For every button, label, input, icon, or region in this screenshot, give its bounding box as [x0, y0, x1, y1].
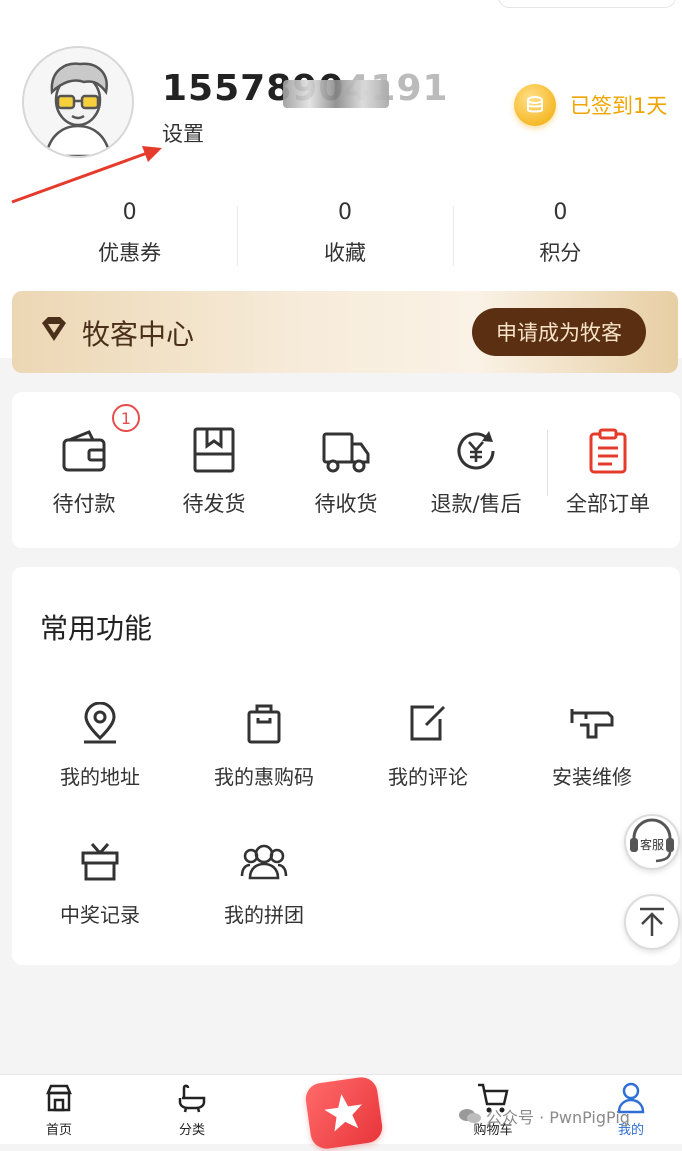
function-label: 安装维修	[552, 765, 632, 789]
star-icon	[324, 1094, 362, 1132]
order-pending-payment[interactable]: 1 待付款	[24, 404, 144, 518]
function-label: 我的地址	[60, 765, 140, 789]
stat-favorites[interactable]: 0 收藏	[237, 196, 452, 272]
watermark-text: 公众号 · PwnPigPig	[486, 1108, 630, 1127]
order-pending-receipt[interactable]: 待收货	[286, 422, 406, 518]
function-label: 我的拼团	[224, 903, 304, 927]
order-label: 退款/售后	[430, 492, 522, 516]
service-label: 客服	[640, 837, 664, 852]
checkin-text: 已签到1天	[570, 94, 668, 118]
checkin-status[interactable]: 已签到1天	[514, 80, 667, 130]
function-label: 中奖记录	[60, 903, 140, 927]
category-icon	[157, 1081, 227, 1115]
store-icon	[24, 1081, 94, 1115]
common-functions-card: 常用功能 我的地址 我的惠购码 我的评论 安装维修 中奖记录 我的拼团	[12, 567, 680, 965]
function-my-address[interactable]: 我的地址	[20, 701, 180, 790]
shopping-bag-icon	[184, 701, 344, 745]
order-list-icon	[548, 422, 668, 474]
function-group-buy[interactable]: 我的拼团	[184, 839, 344, 928]
section-title: 常用功能	[40, 612, 153, 645]
watermark: 公众号 · PwnPigPig	[458, 1104, 630, 1128]
tab-featured-button[interactable]	[303, 1075, 385, 1151]
function-prize-record[interactable]: 中奖记录	[20, 839, 180, 928]
order-pending-shipment[interactable]: 待发货	[154, 422, 274, 518]
tab-label: 分类	[178, 1123, 205, 1138]
unpaid-count-badge: 1	[112, 404, 140, 432]
refund-icon	[416, 422, 536, 474]
apply-herder-button[interactable]: 申请成为牧客	[472, 308, 646, 356]
tab-category[interactable]: 分类	[157, 1081, 227, 1138]
stat-value: 0	[122, 200, 137, 225]
function-label: 我的评论	[388, 765, 468, 789]
diamond-icon	[42, 317, 66, 341]
search-pill[interactable]	[498, 0, 676, 8]
arrow-up-icon	[640, 907, 664, 936]
wrench-icon	[512, 701, 672, 745]
order-label: 待发货	[182, 492, 246, 516]
stat-label: 收藏	[323, 241, 366, 265]
stat-value: 0	[553, 200, 568, 225]
herder-center-banner[interactable]: 牧客中心 申请成为牧客	[12, 291, 678, 373]
truck-icon	[286, 422, 406, 474]
edit-icon	[348, 701, 508, 745]
order-label: 待付款	[52, 492, 116, 516]
stat-value: 0	[337, 200, 352, 225]
phone-mask	[283, 80, 389, 108]
order-label: 待收货	[314, 492, 378, 516]
function-install-repair[interactable]: 安装维修	[512, 701, 672, 790]
coin-icon	[514, 84, 556, 126]
function-label: 我的惠购码	[214, 765, 314, 789]
package-icon	[154, 422, 274, 474]
stat-coupons[interactable]: 0 优惠券	[22, 196, 237, 272]
stat-label: 优惠券	[98, 241, 162, 265]
location-pin-icon	[20, 701, 180, 745]
herder-center-title: 牧客中心	[82, 318, 195, 351]
tab-home[interactable]: 首页	[24, 1081, 94, 1138]
orders-card: 1 待付款 待发货 待收货 退款/售后 全部订单	[12, 392, 680, 548]
gift-icon	[20, 839, 180, 883]
order-label: 全部订单	[566, 492, 650, 516]
order-refund[interactable]: 退款/售后	[416, 422, 536, 518]
stat-label: 积分	[539, 241, 582, 265]
group-icon	[184, 839, 344, 883]
function-promo-code[interactable]: 我的惠购码	[184, 701, 344, 790]
order-all[interactable]: 全部订单	[548, 422, 668, 518]
function-my-reviews[interactable]: 我的评论	[348, 701, 508, 790]
stat-points[interactable]: 0 积分	[452, 196, 668, 272]
tab-label: 首页	[45, 1123, 72, 1138]
customer-service-button[interactable]: 客服	[624, 814, 680, 870]
stats-row: 0 优惠券 0 收藏 0 积分	[22, 196, 668, 272]
headset-icon: 客服	[630, 818, 674, 863]
back-to-top-button[interactable]	[624, 894, 680, 950]
wechat-icon	[459, 1109, 481, 1123]
